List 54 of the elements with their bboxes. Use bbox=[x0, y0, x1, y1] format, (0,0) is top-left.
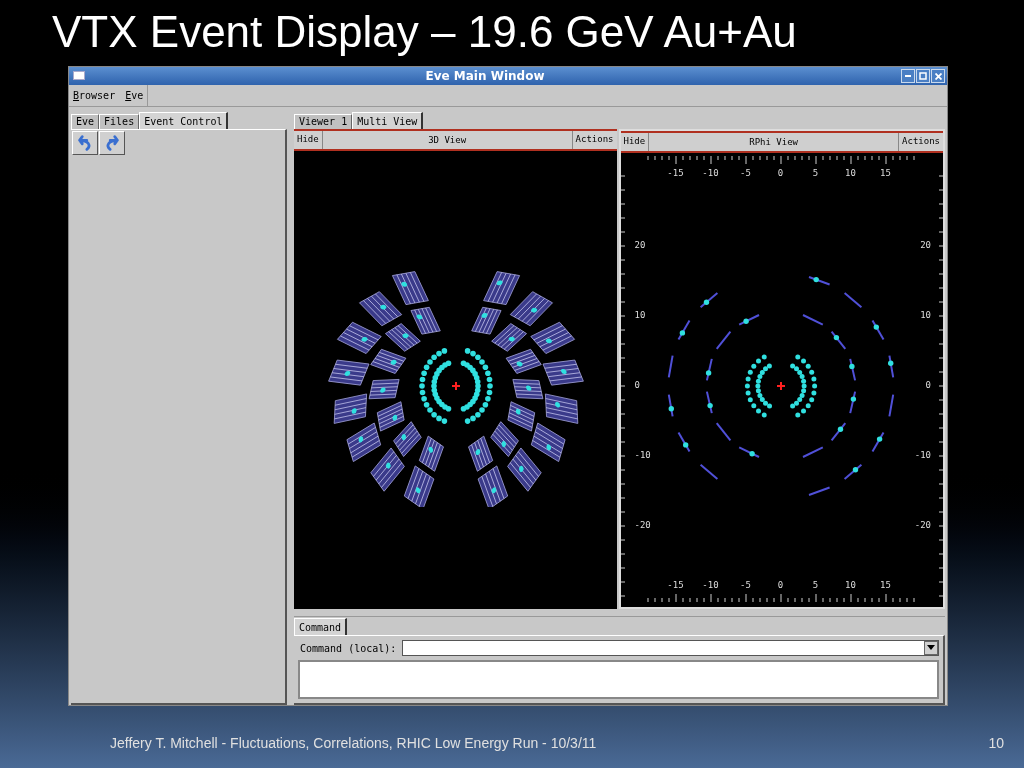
panel-tab[interactable]: Eve bbox=[71, 114, 100, 129]
actions-button[interactable]: Actions bbox=[898, 133, 943, 151]
close-button[interactable] bbox=[931, 69, 945, 83]
axis-tick-label: -10 bbox=[634, 449, 651, 463]
axis-tick-label: 0 bbox=[777, 167, 784, 180]
viewer-tab[interactable]: Viewer 1 bbox=[294, 114, 353, 129]
axis-tick-label: 5 bbox=[812, 167, 819, 180]
maximize-icon bbox=[919, 72, 927, 80]
menu-item[interactable]: Eve bbox=[125, 88, 144, 103]
axis-tick-label: 0 bbox=[925, 379, 931, 393]
axis-tick-label: -20 bbox=[914, 519, 931, 533]
axis-tick-label: 10 bbox=[845, 579, 856, 592]
axis-tick-label: 20 bbox=[634, 239, 646, 253]
menu-item[interactable]: Browser bbox=[73, 88, 116, 103]
axis-tick-label: -5 bbox=[740, 579, 751, 592]
close-icon bbox=[934, 72, 942, 80]
dropdown-caret-icon bbox=[927, 645, 935, 651]
hide-button[interactable]: Hide bbox=[294, 131, 323, 149]
axis-tick-label: 10 bbox=[634, 309, 646, 323]
axis-tick-label: -5 bbox=[740, 167, 751, 180]
command-input[interactable] bbox=[402, 640, 939, 656]
undo-button[interactable] bbox=[72, 131, 98, 155]
axis-tick-label: 15 bbox=[880, 167, 891, 180]
hide-button[interactable]: Hide bbox=[620, 133, 650, 151]
axis-tick-label: -20 bbox=[634, 519, 651, 533]
axis-tick-label: 5 bbox=[812, 579, 819, 592]
axis-tick-label: 15 bbox=[880, 579, 891, 592]
panel-tab[interactable]: Event Control bbox=[139, 112, 229, 129]
redo-button[interactable] bbox=[99, 131, 125, 155]
dropdown-button[interactable] bbox=[924, 641, 938, 655]
minimize-icon bbox=[905, 75, 911, 77]
actions-button[interactable]: Actions bbox=[571, 131, 617, 149]
axis-tick-label: -10 bbox=[914, 449, 931, 463]
axis-tick-label: -15 bbox=[667, 167, 684, 180]
slide-number: 10 bbox=[988, 734, 1004, 753]
axis-tick-label: -10 bbox=[702, 167, 719, 180]
view-title: 3D View bbox=[322, 131, 572, 149]
axis-tick-label: -15 bbox=[667, 579, 684, 592]
minimize-button[interactable] bbox=[901, 69, 915, 83]
slide-footer: Jeffery T. Mitchell - Fluctuations, Correlations, RHIC Low Energy Run - 10/3/11 bbox=[110, 733, 597, 754]
maximize-button[interactable] bbox=[916, 69, 930, 83]
window-title: Eve Main Window bbox=[425, 68, 545, 85]
axis-tick-label: 10 bbox=[845, 167, 856, 180]
panel-tab[interactable]: Files bbox=[99, 114, 140, 129]
axis-tick-label: -10 bbox=[702, 579, 719, 592]
command-label: Command (local): bbox=[300, 641, 397, 656]
axis-tick-label: 0 bbox=[634, 379, 640, 393]
viewer-tab[interactable]: Multi View bbox=[352, 112, 424, 129]
slide-title: VTX Event Display – 19.6 GeV Au+Au bbox=[52, 6, 797, 58]
command-tab[interactable]: Command bbox=[294, 618, 348, 635]
view-title: RPhi View bbox=[649, 133, 899, 151]
axis-tick-label: 0 bbox=[777, 579, 784, 592]
axis-tick-label: 10 bbox=[920, 309, 931, 323]
axis-tick-label: 20 bbox=[920, 239, 931, 253]
